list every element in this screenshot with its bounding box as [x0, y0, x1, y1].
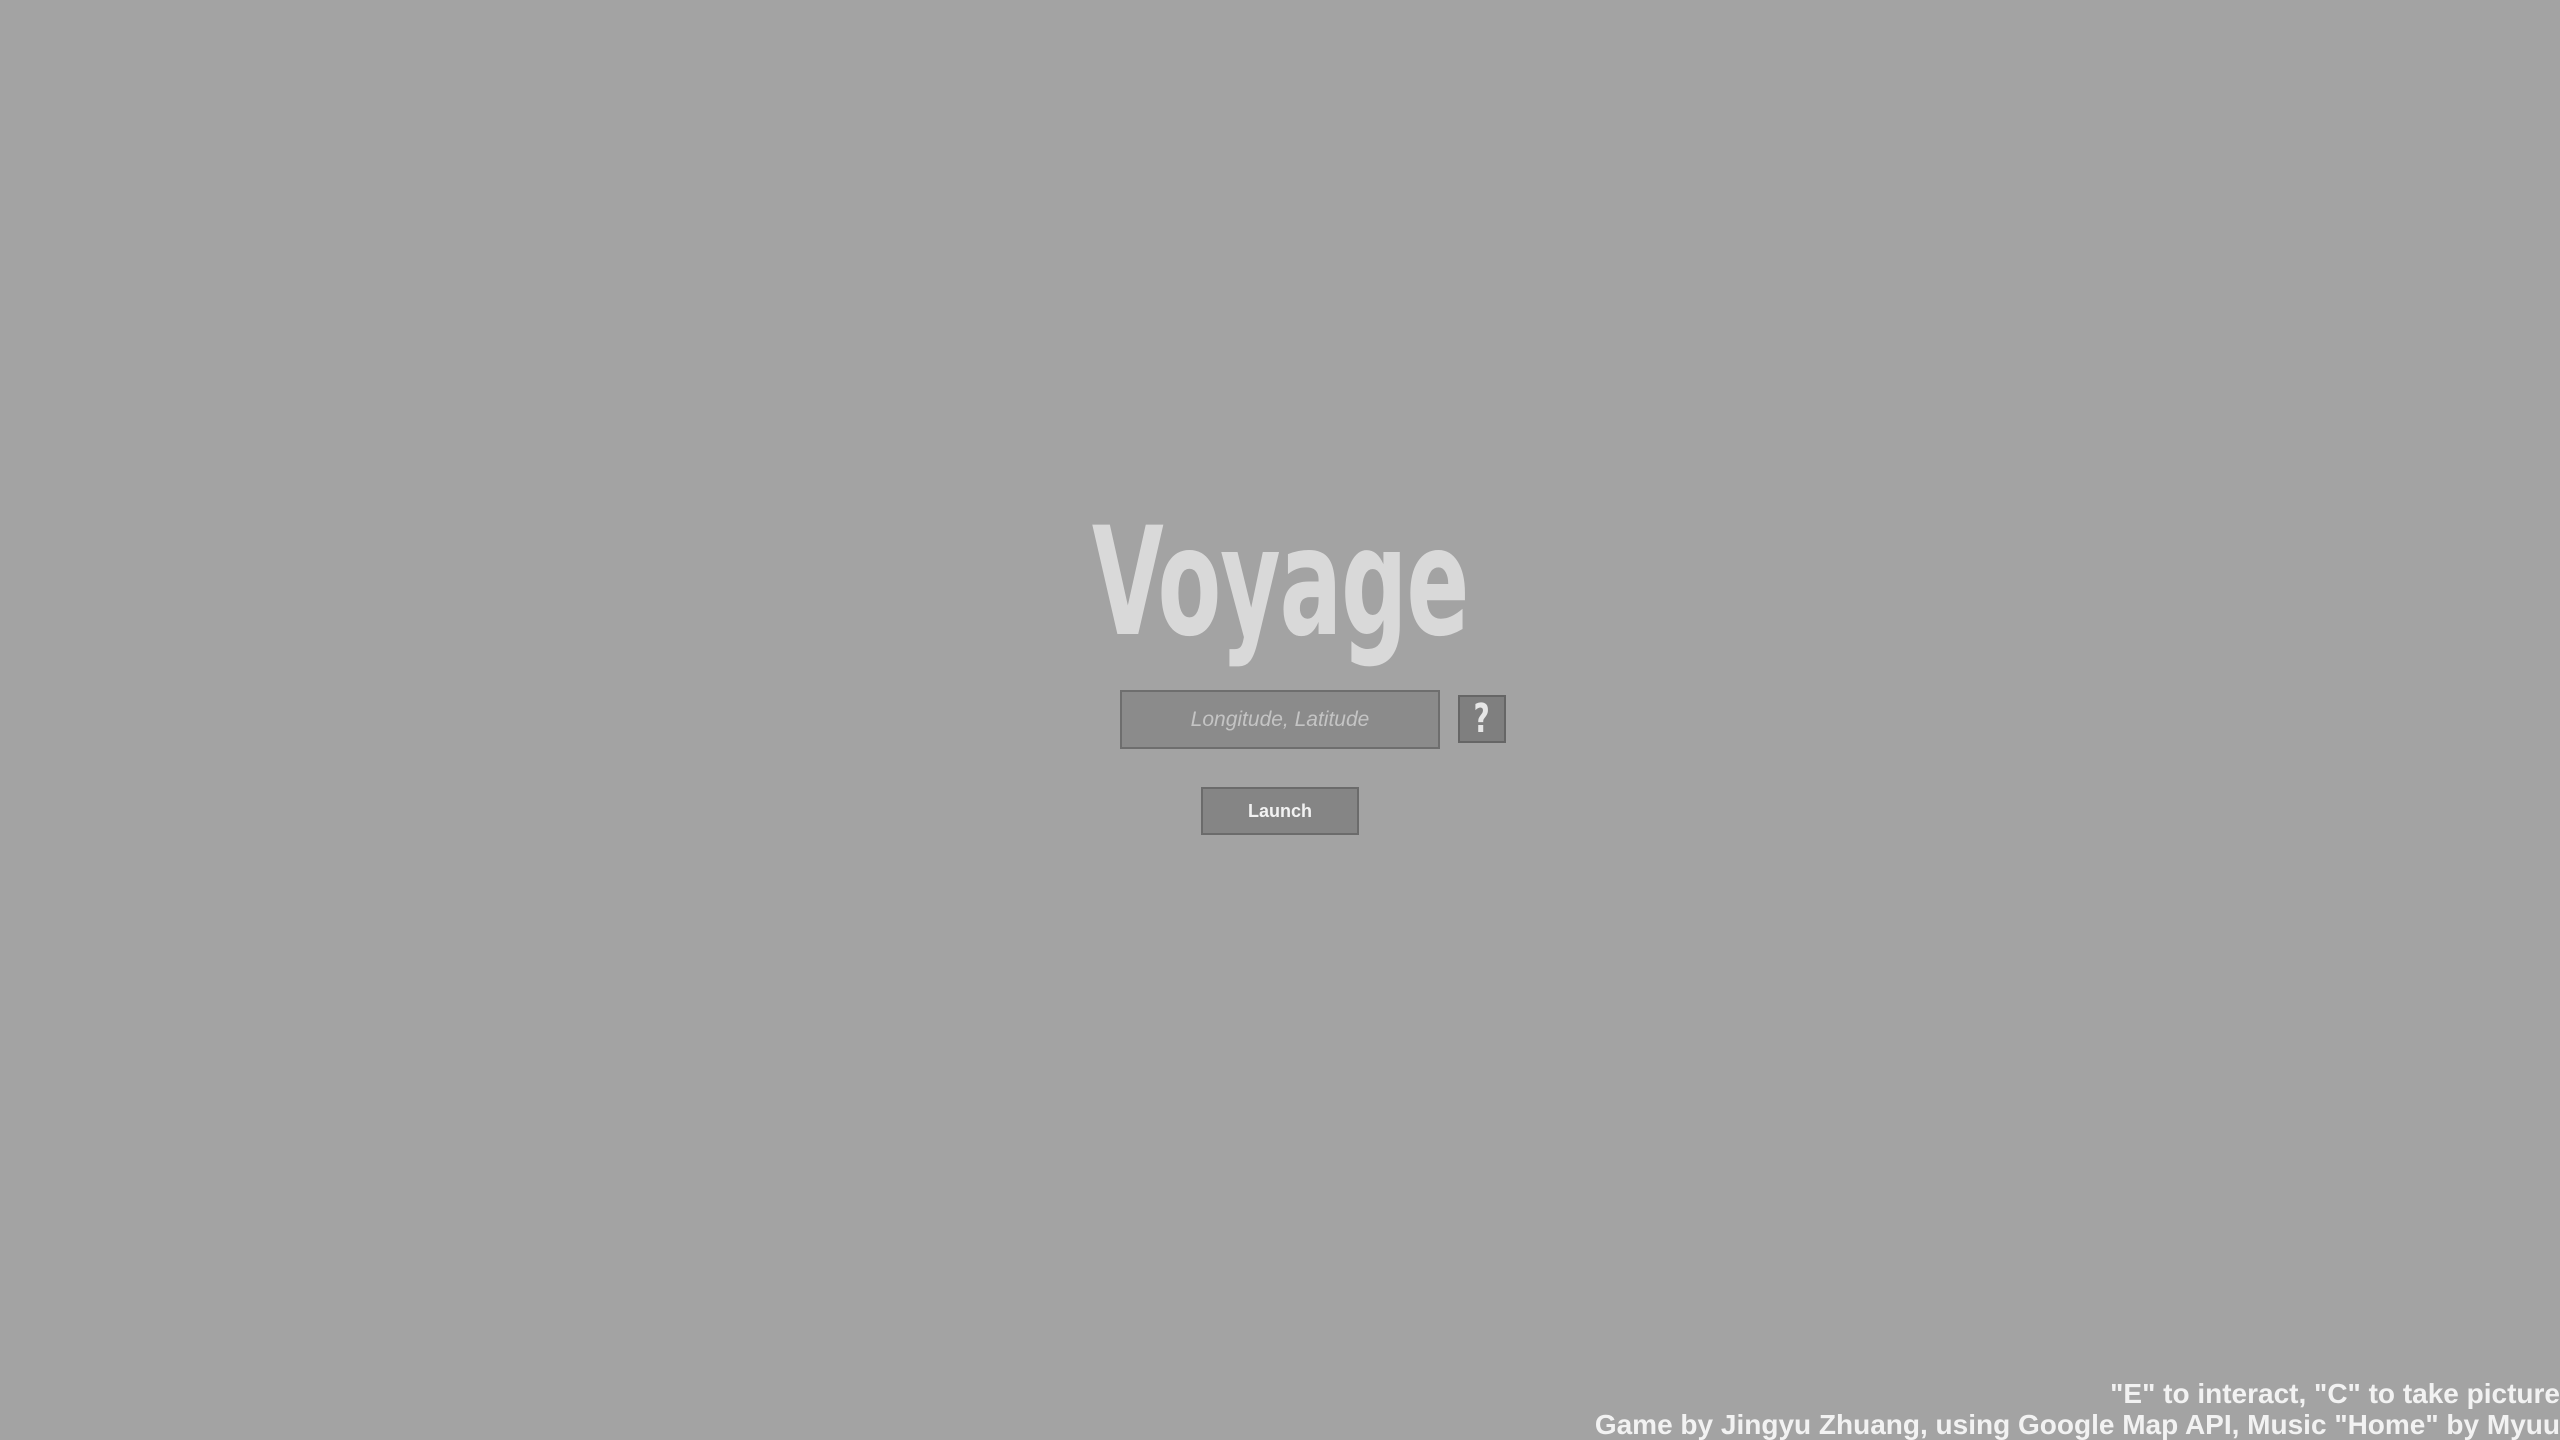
footer-info: "E" to interact, "C" to take picture Gam… [1595, 1378, 2560, 1440]
controls-hint: "E" to interact, "C" to take picture [2110, 1378, 2560, 1409]
game-title: Voyage [1091, 495, 1470, 670]
help-button[interactable]: ? [1458, 695, 1506, 743]
launch-button[interactable]: Launch [1201, 787, 1359, 835]
credits-text: Game by Jingyu Zhuang, using Google Map … [1594, 1409, 2560, 1440]
coordinates-input[interactable] [1120, 690, 1440, 749]
question-icon: ? [1473, 696, 1491, 742]
